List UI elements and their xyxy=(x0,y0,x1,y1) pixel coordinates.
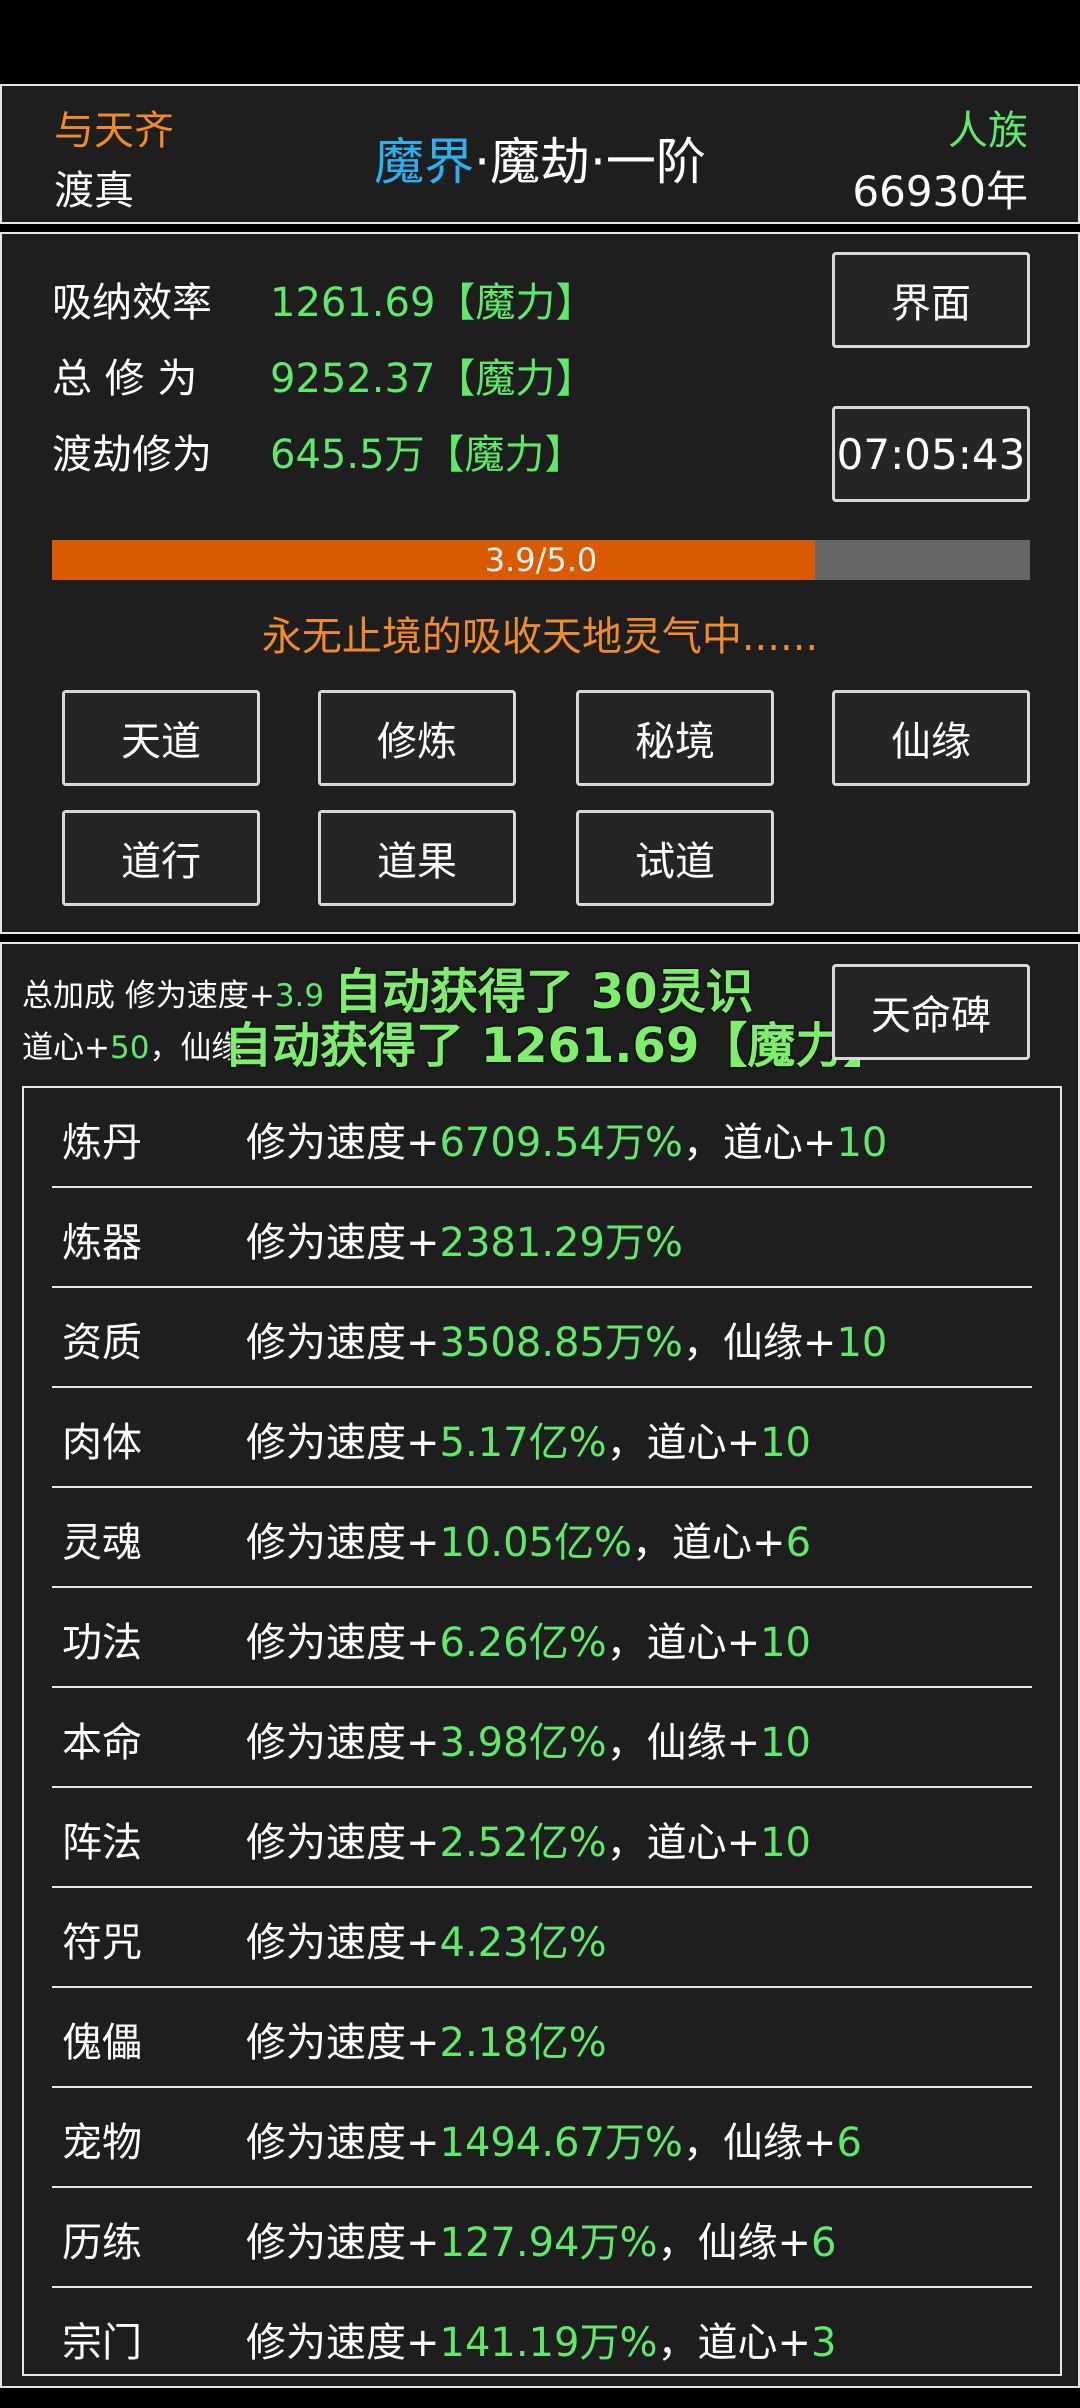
bonus-label: 道心+ xyxy=(22,1030,110,1066)
realm-name: 魔界 xyxy=(374,133,475,191)
row-category: 灵魂 xyxy=(62,1520,142,1566)
table-row: 傀儡 修为速度+2.18亿% xyxy=(52,1988,1032,2088)
row-description: 修为速度+127.94万%，仙缘+6 xyxy=(246,2220,837,2266)
table-row: 本命 修为速度+3.98亿%，仙缘+10 xyxy=(52,1688,1032,1788)
row-description: 修为速度+6.26亿%，道心+10 xyxy=(246,1620,812,1666)
row-description: 修为速度+6709.54万%，道心+10 xyxy=(246,1120,888,1166)
stat-label: 吸纳效率 xyxy=(52,280,212,326)
race-label: 人族 xyxy=(948,108,1028,154)
timer-display: 07:05:43 xyxy=(832,406,1030,502)
table-row: 符咒 修为速度+4.23亿% xyxy=(52,1888,1032,1988)
row-description: 修为速度+4.23亿% xyxy=(246,1920,607,1966)
table-row: 历练 修为速度+127.94万%，仙缘+6 xyxy=(52,2188,1032,2288)
menu-button-secret-realm[interactable]: 秘境 xyxy=(576,690,774,786)
table-row: 炼丹 修为速度+6709.54万%，道心+10 xyxy=(52,1088,1032,1188)
tribulation-cultivation-row: 渡劫修为 645.5万【魔力】 xyxy=(52,422,585,480)
row-category: 历练 xyxy=(62,2220,142,2266)
stat-value: 9252.37【魔力】 xyxy=(270,356,596,402)
stat-label: 渡劫修为 xyxy=(52,432,212,478)
progress-text: 3.9/5.0 xyxy=(484,541,598,579)
absorb-rate-row: 吸纳效率 1261.69【魔力】 xyxy=(52,270,595,328)
row-description: 修为速度+141.19万%，道心+3 xyxy=(246,2320,837,2366)
total-cultivation-row: 总 修 为 9252.37【魔力】 xyxy=(52,346,595,404)
header-panel: 与天齐 渡真 魔界·魔劫·一阶 人族 66930年 xyxy=(0,84,1080,224)
row-category: 肉体 xyxy=(62,1420,142,1466)
menu-button-immortal-fate[interactable]: 仙缘 xyxy=(832,690,1030,786)
row-category: 符咒 xyxy=(62,1920,142,1966)
row-category: 本命 xyxy=(62,1720,142,1766)
row-category: 资质 xyxy=(62,1320,142,1366)
stat-value: 1261.69【魔力】 xyxy=(270,280,596,326)
row-category: 宗门 xyxy=(62,2320,142,2366)
row-category: 傀儡 xyxy=(62,2020,142,2066)
age-label: 66930年 xyxy=(852,167,1028,216)
menu-button-trial[interactable]: 试道 xyxy=(576,810,774,906)
row-category: 炼器 xyxy=(62,1220,142,1266)
menu-button-daoguo[interactable]: 道果 xyxy=(318,810,516,906)
menu-button-daoxing[interactable]: 道行 xyxy=(62,810,260,906)
row-category: 宠物 xyxy=(62,2120,142,2166)
table-row: 功法 修为速度+6.26亿%，道心+10 xyxy=(52,1588,1032,1688)
row-category: 功法 xyxy=(62,1620,142,1666)
table-row: 炼器 修为速度+2381.29万% xyxy=(52,1188,1032,1288)
toast-message: 自动获得了 1261.69【魔力】 xyxy=(224,1018,892,1074)
menu-button-tiandao[interactable]: 天道 xyxy=(62,690,260,786)
table-row: 宗门 修为速度+141.19万%，道心+3 xyxy=(52,2288,1032,2388)
table-row: 阵法 修为速度+2.52亿%，道心+10 xyxy=(52,1788,1032,1888)
menu-button-cultivate[interactable]: 修炼 xyxy=(318,690,516,786)
row-description: 修为速度+2.18亿% xyxy=(246,2020,607,2066)
row-description: 修为速度+5.17亿%，道心+10 xyxy=(246,1420,812,1466)
realm-stage: ·魔劫·一阶 xyxy=(474,133,706,191)
table-row: 宠物 修为速度+1494.67万%，仙缘+6 xyxy=(52,2088,1032,2188)
status-text: 永无止境的吸收天地灵气中...... xyxy=(261,614,819,660)
row-description: 修为速度+1494.67万%，仙缘+6 xyxy=(246,2120,862,2166)
stat-value: 645.5万【魔力】 xyxy=(270,432,585,478)
row-category: 阵法 xyxy=(62,1820,142,1866)
bonus-value: 50 xyxy=(109,1030,150,1066)
stats-panel: 吸纳效率 1261.69【魔力】 总 修 为 9252.37【魔力】 渡劫修为 645… xyxy=(0,232,1080,934)
row-description: 修为速度+3508.85万%，仙缘+10 xyxy=(246,1320,888,1366)
row-description: 修为速度+2.52亿%，道心+10 xyxy=(246,1820,812,1866)
row-category: 炼丹 xyxy=(62,1120,142,1166)
row-description: 修为速度+10.05亿%，道心+6 xyxy=(246,1520,812,1566)
progress-bar: 3.9/5.0 xyxy=(52,540,1030,580)
fate-stele-button[interactable]: 天命碑 xyxy=(832,964,1030,1060)
table-row: 肉体 修为速度+5.17亿%，道心+10 xyxy=(52,1388,1032,1488)
table-row: 灵魂 修为速度+10.05亿%，道心+6 xyxy=(52,1488,1032,1588)
stat-label: 总 修 为 xyxy=(52,356,198,402)
bonus-panel: 总加成 修为速度+3.9 道心+50，仙缘 自动获得了 30灵识 自动获得了 1… xyxy=(0,942,1080,2388)
row-description: 修为速度+3.98亿%，仙缘+10 xyxy=(246,1720,812,1766)
table-row: 资质 修为速度+3508.85万%，仙缘+10 xyxy=(52,1288,1032,1388)
bonus-table: 炼丹 修为速度+6709.54万%，道心+10 炼器 修为速度+2381.29万… xyxy=(22,1086,1062,2388)
interface-button[interactable]: 界面 xyxy=(832,252,1030,348)
row-description: 修为速度+2381.29万% xyxy=(246,1220,683,1266)
daoxin-bonus-line: 道心+50，仙缘 xyxy=(22,1022,242,1067)
